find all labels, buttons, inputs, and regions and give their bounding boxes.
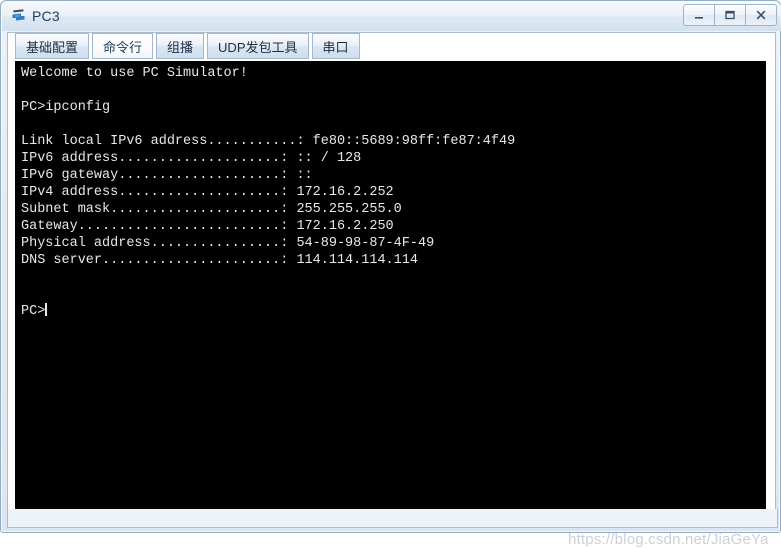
tab-basic-config[interactable]: 基础配置 bbox=[15, 33, 90, 59]
maximize-icon bbox=[725, 10, 735, 20]
text-cursor bbox=[45, 303, 48, 316]
tab-command-line[interactable]: 命令行 bbox=[92, 33, 154, 59]
tab-strip: 基础配置 命令行 组播 UDP发包工具 串口 bbox=[8, 33, 775, 61]
terminal-console[interactable]: Welcome to use PC Simulator! PC>ipconfig… bbox=[15, 61, 766, 520]
close-icon bbox=[756, 10, 766, 20]
pc3-window: PC3 基础配置 命令行 组播 UDP发包工具 串口 Welcome to us… bbox=[0, 0, 781, 548]
window-controls bbox=[683, 4, 777, 26]
terminal-prompt: PC> bbox=[21, 304, 46, 319]
terminal-line: Link local IPv6 address...........: fe80… bbox=[21, 134, 516, 149]
window-title: PC3 bbox=[32, 8, 60, 24]
tab-label: UDP发包工具 bbox=[218, 39, 298, 55]
terminal-prompt-line[interactable]: PC> bbox=[21, 303, 766, 320]
tab-label: 组播 bbox=[167, 39, 194, 55]
pc-device-icon bbox=[10, 7, 28, 25]
terminal-line: IPv6 gateway....................: :: bbox=[21, 168, 313, 183]
tab-serial-port[interactable]: 串口 bbox=[311, 33, 360, 59]
tab-label: 基础配置 bbox=[26, 39, 79, 55]
tab-multicast[interactable]: 组播 bbox=[156, 33, 205, 59]
maximize-button[interactable] bbox=[714, 4, 746, 26]
watermark-text: https://blog.csdn.net/JiaGeYa bbox=[568, 531, 769, 548]
tab-label: 命令行 bbox=[103, 39, 143, 55]
tab-label: 串口 bbox=[322, 39, 349, 55]
title-bar: PC3 bbox=[2, 2, 781, 31]
terminal-line: Subnet mask.....................: 255.25… bbox=[21, 202, 402, 217]
close-button[interactable] bbox=[745, 4, 777, 26]
client-area: 基础配置 命令行 组播 UDP发包工具 串口 Welcome to use PC… bbox=[7, 32, 776, 548]
window-bottom-strip bbox=[7, 509, 778, 528]
terminal-line: IPv4 address....................: 172.16… bbox=[21, 185, 394, 200]
terminal-line: Physical address................: 54-89-… bbox=[21, 236, 435, 251]
terminal-line: Welcome to use PC Simulator! bbox=[21, 66, 248, 81]
minimize-icon bbox=[695, 17, 703, 19]
terminal-line: IPv6 address....................: :: / 1… bbox=[21, 151, 362, 166]
terminal-line: Gateway.........................: 172.16… bbox=[21, 219, 394, 234]
minimize-button[interactable] bbox=[683, 4, 715, 26]
tab-udp-tool[interactable]: UDP发包工具 bbox=[207, 33, 309, 59]
terminal-line: PC>ipconfig bbox=[21, 100, 111, 115]
terminal-line: DNS server......................: 114.11… bbox=[21, 253, 418, 268]
